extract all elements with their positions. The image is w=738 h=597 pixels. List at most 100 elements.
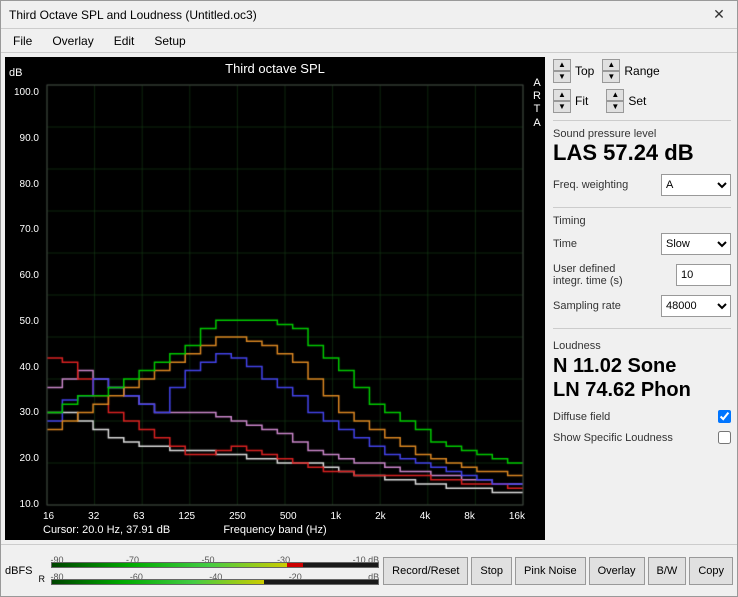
user-integr-row: User definedintegr. time (s) xyxy=(553,263,731,287)
loudness-section: Loudness N 11.02 Sone LN 74.62 Phon xyxy=(553,340,731,402)
range-spin-down[interactable]: ▼ xyxy=(602,71,620,83)
record-reset-button[interactable]: Record/Reset xyxy=(383,557,468,585)
menu-setup[interactable]: Setup xyxy=(150,33,189,49)
y-label-30: 30.0 xyxy=(9,407,39,418)
y-label-70: 70.0 xyxy=(9,224,39,235)
y-label-10: 10.0 xyxy=(9,499,39,510)
set-label: Set xyxy=(628,94,646,108)
top-spin-up[interactable]: ▲ xyxy=(553,59,571,71)
freq-weighting-select[interactable]: A B C Z xyxy=(661,174,731,196)
range-spin-up[interactable]: ▲ xyxy=(602,59,620,71)
x-label-125: 125 xyxy=(178,511,195,522)
meter-red-l xyxy=(287,563,303,567)
user-integr-input[interactable] xyxy=(676,264,731,286)
show-specific-loudness-checkbox[interactable] xyxy=(718,431,731,444)
menu-file[interactable]: File xyxy=(9,33,36,49)
y-label-60: 60.0 xyxy=(9,270,39,281)
sampling-rate-label: Sampling rate xyxy=(553,300,661,312)
spl-section-label: Sound pressure level xyxy=(553,128,731,140)
y-axis: 100.0 90.0 80.0 70.0 60.0 50.0 40.0 30.0… xyxy=(9,87,39,510)
x-label-4k: 4k xyxy=(420,511,431,522)
stop-button[interactable]: Stop xyxy=(471,557,512,585)
user-integr-label: User definedintegr. time (s) xyxy=(553,263,676,287)
y-label-50: 50.0 xyxy=(9,316,39,327)
bottom-buttons: Record/Reset Stop Pink Noise Overlay B/W… xyxy=(383,557,733,585)
x-label-2k: 2k xyxy=(375,511,386,522)
time-label: Time xyxy=(553,238,661,250)
diffuse-field-row: Diffuse field xyxy=(553,410,731,423)
dbfs-label: dBFS xyxy=(5,565,33,577)
right-panel: ▲ ▼ Top ▲ ▼ Range ▲ ▼ xyxy=(547,53,737,544)
menu-edit[interactable]: Edit xyxy=(110,33,139,49)
loudness-ln-value: LN 74.62 Phon xyxy=(553,378,731,402)
meter-bar-l xyxy=(51,562,380,568)
range-spin-arrows: ▲ ▼ xyxy=(602,59,620,83)
top-spin-down[interactable]: ▼ xyxy=(553,71,571,83)
meter-tick-row-top: -90 -70 -50 -30 -10 dB xyxy=(39,555,380,569)
top-range-controls: ▲ ▼ Top ▲ ▼ Range xyxy=(553,59,731,83)
overlay-button[interactable]: Overlay xyxy=(589,557,645,585)
y-label-40: 40.0 xyxy=(9,362,39,373)
fit-spin-up[interactable]: ▲ xyxy=(553,89,571,101)
chart-title: Third octave SPL xyxy=(5,61,545,76)
fit-label: Fit xyxy=(575,94,588,108)
close-button[interactable]: ✕ xyxy=(709,5,729,25)
x-label-16k: 16k xyxy=(509,511,525,522)
diffuse-field-label: Diffuse field xyxy=(553,411,714,423)
show-specific-loudness-row: Show Specific Loudness xyxy=(553,431,731,444)
range-label: Range xyxy=(624,64,659,78)
chart-area: Third octave SPL dB ARTA 100.0 90.0 80.0… xyxy=(5,57,545,540)
meter-r-row: R -80 -60 -40 -20 dB xyxy=(39,572,380,586)
y-label-80: 80.0 xyxy=(9,179,39,190)
fit-spin-arrows: ▲ ▼ xyxy=(553,89,571,113)
bottom-bar: dBFS -90 -70 -50 -30 -10 dB xyxy=(1,544,737,596)
y-label-100: 100.0 xyxy=(9,87,39,98)
bw-button[interactable]: B/W xyxy=(648,557,687,585)
main-window: Third Octave SPL and Loudness (Untitled.… xyxy=(0,0,738,597)
top-label: Top xyxy=(575,64,594,78)
loudness-n-value: N 11.02 Sone xyxy=(553,354,731,378)
menu-overlay[interactable]: Overlay xyxy=(48,33,97,49)
meter-bar-r xyxy=(51,579,380,585)
chart-canvas xyxy=(5,57,545,540)
top-spin-group: ▲ ▼ Top xyxy=(553,59,596,83)
set-spin-up[interactable]: ▲ xyxy=(606,89,624,101)
sampling-rate-select[interactable]: 48000 44100 96000 xyxy=(661,295,731,317)
meter-l-container: -90 -70 -50 -30 -10 dB xyxy=(51,555,380,569)
meter-fill-l xyxy=(52,563,287,567)
fit-spin-group: ▲ ▼ Fit xyxy=(553,89,590,113)
fit-spin-down[interactable]: ▼ xyxy=(553,101,571,113)
fit-set-controls: ▲ ▼ Fit ▲ ▼ Set xyxy=(553,89,731,113)
show-specific-loudness-label: Show Specific Loudness xyxy=(553,432,714,444)
level-meter-container: -90 -70 -50 -30 -10 dB R xyxy=(39,555,380,586)
diffuse-field-checkbox[interactable] xyxy=(718,410,731,423)
x-label-8k: 8k xyxy=(464,511,475,522)
time-row: Time Slow Fast Impulse xyxy=(553,233,731,255)
x-label-250: 250 xyxy=(229,511,246,522)
time-select[interactable]: Slow Fast Impulse xyxy=(661,233,731,255)
freq-band-label: Frequency band (Hz) xyxy=(5,524,545,536)
title-bar: Third Octave SPL and Loudness (Untitled.… xyxy=(1,1,737,29)
x-label-1k: 1k xyxy=(331,511,342,522)
y-label-20: 20.0 xyxy=(9,453,39,464)
set-spin-down[interactable]: ▼ xyxy=(606,101,624,113)
divider-1 xyxy=(553,120,731,121)
freq-weighting-row: Freq. weighting A B C Z xyxy=(553,174,731,196)
x-label-32: 32 xyxy=(88,511,99,522)
db-label: dB xyxy=(9,67,22,79)
divider-3 xyxy=(553,328,731,329)
freq-weighting-label: Freq. weighting xyxy=(553,179,661,191)
pink-noise-button[interactable]: Pink Noise xyxy=(515,557,586,585)
x-label-500: 500 xyxy=(280,511,297,522)
set-spin-arrows: ▲ ▼ xyxy=(606,89,624,113)
spl-value: LAS 57.24 dB xyxy=(553,140,731,166)
x-label-63: 63 xyxy=(133,511,144,522)
copy-button[interactable]: Copy xyxy=(689,557,733,585)
y-label-90: 90.0 xyxy=(9,133,39,144)
x-label-16: 16 xyxy=(43,511,54,522)
arta-label: ARTA xyxy=(533,77,541,130)
loudness-section-label: Loudness xyxy=(553,340,731,352)
timing-section-label: Timing xyxy=(553,215,731,227)
range-spin-group: ▲ ▼ Range xyxy=(602,59,661,83)
meter-fill-r xyxy=(52,580,264,584)
